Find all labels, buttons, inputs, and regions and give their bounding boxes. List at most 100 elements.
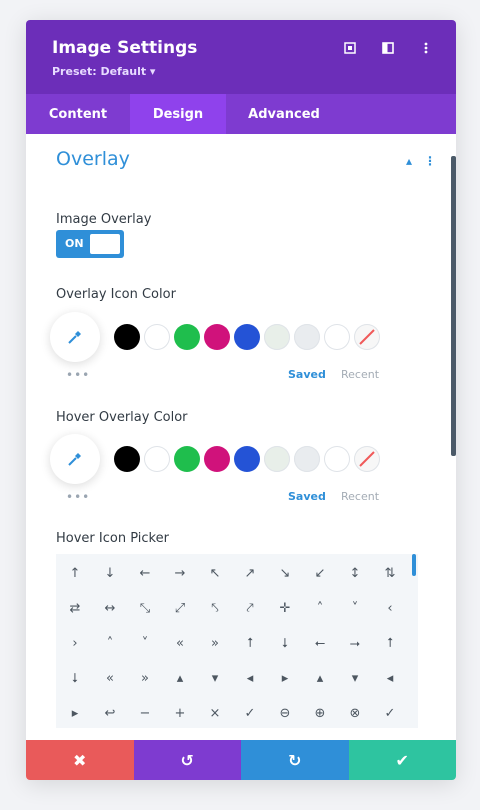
icon-option[interactable]: ×	[200, 698, 230, 728]
swatch-green[interactable]	[174, 324, 200, 350]
icon-option[interactable]: ⭠	[305, 628, 335, 658]
swatch-mint[interactable]	[264, 446, 290, 472]
swatch-magenta[interactable]	[204, 324, 230, 350]
recent-colors-link[interactable]: Recent	[341, 368, 379, 381]
tab-content[interactable]: Content	[26, 94, 130, 134]
no-color-swatch-icon[interactable]	[354, 324, 380, 350]
image-overlay-toggle[interactable]: ON	[56, 230, 124, 258]
fullscreen-icon[interactable]	[342, 40, 358, 56]
image-overlay-label: Image Overlay	[56, 212, 152, 227]
icon-grid-scrollbar[interactable]	[412, 554, 416, 576]
panel-scrollbar[interactable]	[451, 156, 456, 456]
swatch-green[interactable]	[174, 446, 200, 472]
icon-option[interactable]: ˄	[305, 593, 335, 623]
more-vertical-icon[interactable]	[418, 40, 434, 56]
icon-option[interactable]: ▾	[200, 663, 230, 693]
undo-button[interactable]: ↺	[133, 740, 241, 780]
icon-option[interactable]: ◂	[235, 663, 265, 693]
icon-option[interactable]: ↓	[95, 558, 125, 588]
sidebar-layout-icon[interactable]	[380, 40, 396, 56]
icon-option[interactable]: ⭣	[270, 628, 300, 658]
icon-option[interactable]: ⤢	[165, 593, 195, 623]
toggle-on-text: ON	[65, 237, 84, 250]
icon-option[interactable]: ↩	[95, 698, 125, 728]
swatch-blue[interactable]	[234, 324, 260, 350]
eyedropper-icon[interactable]	[50, 312, 100, 362]
icon-option[interactable]: «	[165, 628, 195, 658]
swatch-mint[interactable]	[264, 324, 290, 350]
more-colors-icon[interactable]: •••	[66, 490, 90, 504]
overlay-icon-color-picker	[50, 312, 410, 362]
saved-colors-link[interactable]: Saved	[288, 490, 326, 503]
eyedropper-icon[interactable]	[50, 434, 100, 484]
icon-option[interactable]: ⊖	[270, 698, 300, 728]
icon-option[interactable]: ▾	[340, 663, 370, 693]
swatch-black[interactable]	[114, 446, 140, 472]
icon-option[interactable]: ⭢	[340, 628, 370, 658]
icon-option[interactable]: ◂	[375, 663, 405, 693]
swatch-empty[interactable]	[324, 446, 350, 472]
modal-title: Image Settings	[52, 38, 198, 58]
icon-option[interactable]: ⭡	[235, 628, 265, 658]
more-colors-icon[interactable]: •••	[66, 368, 90, 382]
hover-icon-picker-label: Hover Icon Picker	[56, 531, 169, 546]
icon-option[interactable]: ←	[130, 558, 160, 588]
icon-option[interactable]: ⊕	[305, 698, 335, 728]
icon-option[interactable]: ↔	[95, 593, 125, 623]
icon-option[interactable]: ˅	[130, 628, 160, 658]
icon-option[interactable]: ▴	[305, 663, 335, 693]
icon-option[interactable]: ↙	[305, 558, 335, 588]
tab-design[interactable]: Design	[130, 94, 226, 134]
icon-option[interactable]: ˄	[95, 628, 125, 658]
icon-option[interactable]: ↗	[235, 558, 265, 588]
icon-option[interactable]: +	[165, 698, 195, 728]
cancel-button[interactable]: ✖	[26, 740, 134, 780]
icon-option[interactable]: ✓	[375, 698, 405, 728]
icon-option[interactable]: ⇅	[375, 558, 405, 588]
section-menu-icon[interactable]: ⋮	[424, 154, 436, 168]
icon-option[interactable]: «	[95, 663, 125, 693]
swatch-light-gray[interactable]	[294, 324, 320, 350]
icon-option[interactable]: ⭡	[375, 628, 405, 658]
icon-option[interactable]: ✛	[270, 593, 300, 623]
section-controls: ▴ ⋮	[406, 154, 436, 168]
icon-option[interactable]: ▸	[60, 698, 90, 728]
redo-button[interactable]: ↻	[241, 740, 349, 780]
tab-advanced[interactable]: Advanced	[226, 94, 342, 134]
icon-option[interactable]: ↖	[200, 558, 230, 588]
overlay-icon-color-label: Overlay Icon Color	[56, 287, 176, 302]
swatch-empty[interactable]	[324, 324, 350, 350]
swatch-black[interactable]	[114, 324, 140, 350]
icon-option[interactable]: ⇄	[60, 593, 90, 623]
icon-option[interactable]: ✓	[235, 698, 265, 728]
icon-option[interactable]: ⭣	[60, 663, 90, 693]
icon-option[interactable]: −	[130, 698, 160, 728]
saved-colors-link[interactable]: Saved	[288, 368, 326, 381]
icon-option[interactable]: ⊗	[340, 698, 370, 728]
preset-selector[interactable]: Preset: Default ▾	[52, 65, 155, 78]
icon-option[interactable]: →	[165, 558, 195, 588]
swatch-light-gray[interactable]	[294, 446, 320, 472]
icon-option[interactable]: ⤣	[200, 593, 230, 623]
recent-colors-link[interactable]: Recent	[341, 490, 379, 503]
icon-option[interactable]: ▸	[270, 663, 300, 693]
icon-option[interactable]: »	[200, 628, 230, 658]
swatch-magenta[interactable]	[204, 446, 230, 472]
icon-option[interactable]: ↕	[340, 558, 370, 588]
icon-option[interactable]: »	[130, 663, 160, 693]
icon-option[interactable]: ˅	[340, 593, 370, 623]
icon-option[interactable]: ↑	[60, 558, 90, 588]
icon-option[interactable]: ‹	[375, 593, 405, 623]
icon-option[interactable]: ⤤	[235, 593, 265, 623]
icon-option[interactable]: ↘	[270, 558, 300, 588]
swatch-blue[interactable]	[234, 446, 260, 472]
collapse-chevron-icon[interactable]: ▴	[406, 154, 412, 168]
swatch-white[interactable]	[144, 446, 170, 472]
section-title-overlay[interactable]: Overlay	[56, 148, 130, 170]
icon-option[interactable]: ›	[60, 628, 90, 658]
swatch-white[interactable]	[144, 324, 170, 350]
icon-option[interactable]: ▴	[165, 663, 195, 693]
icon-option[interactable]: ⤡	[130, 593, 160, 623]
save-button[interactable]: ✔	[348, 740, 456, 780]
no-color-swatch-icon[interactable]	[354, 446, 380, 472]
